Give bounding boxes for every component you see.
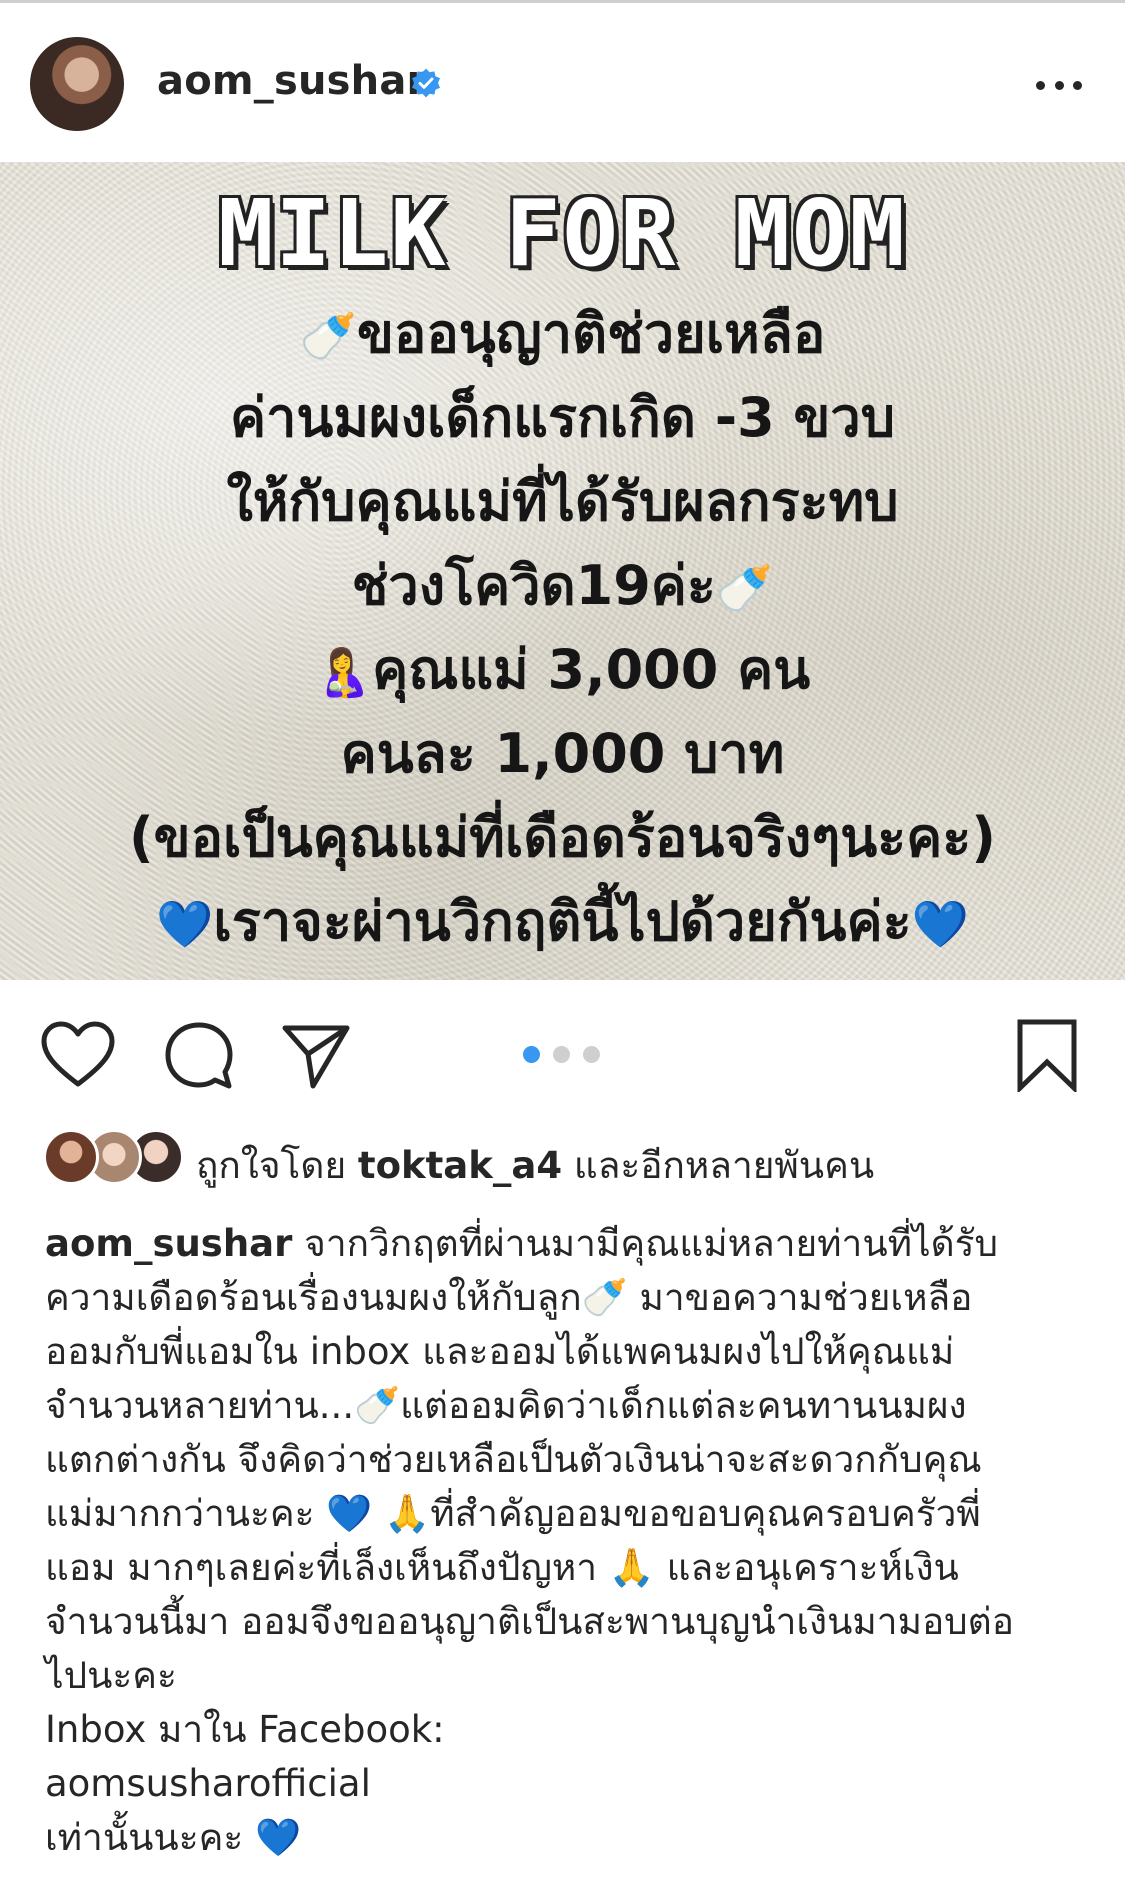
emoji-icon: 🍼 (715, 561, 774, 615)
caption-line: ออมกับพี่แอมใน inbox และออมได้แพคนมผงไปใ… (45, 1330, 955, 1373)
verified-badge-icon (412, 68, 440, 98)
bookmark-icon[interactable] (1016, 1018, 1078, 1092)
image-text: ช่วงโควิด19ค่ะ (351, 554, 716, 617)
caption-username[interactable]: aom_sushar (45, 1222, 292, 1265)
carousel-dot (553, 1046, 570, 1063)
caption-line: จำนวนหลายท่าน...🍼แต่ออมคิดว่าเด็กแต่ละคน… (45, 1384, 967, 1427)
image-text-line: 💙เราจะผ่านวิกฤตินี้ไปด้วยกันค่ะ💙 (0, 880, 1125, 964)
post-caption: aom_sushar จากวิกฤตที่ผ่านมามีคุณแม่หลาย… (45, 1217, 1095, 1865)
heart-icon[interactable] (40, 1020, 116, 1090)
carousel-dot (523, 1046, 540, 1063)
image-text-line: 🤱คุณแม่ 3,000 คน (0, 628, 1125, 712)
image-text: ให้กับคุณแม่ที่ได้รับผลกระทบ (226, 470, 899, 533)
emoji-icon: 💙 (156, 897, 214, 951)
emoji-icon: 💙 (911, 897, 969, 951)
image-text-line: คนละ 1,000 บาท (0, 712, 1125, 796)
caption-line: เท่านั้นนะคะ 💙 (45, 1816, 302, 1859)
liker-avatar (43, 1129, 99, 1185)
caption-first-line: aom_sushar จากวิกฤตที่ผ่านมามีคุณแม่หลาย… (45, 1217, 1095, 1271)
caption-line: จำนวนนี้มา ออมจึงขออนุญาติเป็นสะพานบุญนำ… (45, 1600, 1014, 1643)
more-dot (1054, 80, 1064, 90)
image-text-line: ค่านมผงเด็กแรกเกิด -3 ขวบ (0, 376, 1125, 460)
action-bar (0, 980, 1125, 1110)
image-text: ขออนุญาติช่วยเหลือ (357, 302, 826, 365)
image-text: (ขอเป็นคุณแม่ที่เดือดร้อนจริงๆนะคะ) (128, 806, 996, 869)
likes-suffix[interactable]: และอีกหลายพันคน (574, 1144, 874, 1187)
likes-user-link[interactable]: toktak_a4 (358, 1144, 562, 1187)
caption-line: แอม มากๆเลยค่ะที่เล็งเห็นถึงปัญหา 🙏 และอ… (45, 1546, 959, 1589)
image-text: เราจะผ่านวิกฤตินี้ไปด้วยกันค่ะ (213, 890, 912, 953)
image-text-line: 🍼ขออนุญาติช่วยเหลือ (0, 292, 1125, 376)
caption-line: aomsusharofficial (45, 1762, 371, 1805)
more-dot (1073, 80, 1082, 90)
carousel-indicator (523, 1046, 600, 1063)
likes-prefix: ถูกใจโดย (196, 1144, 347, 1187)
post-header: aom_sushar (0, 3, 1125, 162)
caption-line: Inbox มาใน Facebook: (45, 1708, 445, 1751)
emoji-icon: 🍼 (299, 309, 357, 363)
carousel-dot (583, 1046, 600, 1063)
more-options-icon[interactable] (1036, 67, 1082, 103)
image-text-line: ให้กับคุณแม่ที่ได้รับผลกระทบ (0, 460, 1125, 544)
caption-line: ความเดือดร้อนเรื่องนมผงให้กับลูก🍼 มาขอคว… (45, 1276, 973, 1319)
post-image[interactable]: MILK FOR MOM 🍼ขออนุญาติช่วยเหลือ ค่านมผงเ… (0, 162, 1125, 980)
share-icon[interactable] (280, 1020, 352, 1092)
comment-icon[interactable] (163, 1020, 235, 1092)
emoji-icon: 🤱 (314, 645, 373, 699)
caption-line: แม่มากกว่านะคะ 💙 🙏ที่สำคัญออมขอขอบคุณครอ… (45, 1492, 981, 1535)
image-text-block: 🍼ขออนุญาติช่วยเหลือ ค่านมผงเด็กแรกเกิด -3… (0, 292, 1125, 964)
caption-line: แตกต่างกัน จึงคิดว่าช่วยเหลือเป็นตัวเงิน… (45, 1438, 982, 1481)
image-text-line: (ขอเป็นคุณแม่ที่เดือดร้อนจริงๆนะคะ) (0, 796, 1125, 880)
image-text: คนละ 1,000 บาท (340, 722, 785, 785)
author-avatar[interactable] (30, 37, 124, 131)
author-username[interactable]: aom_sushar (157, 58, 426, 104)
image-title: MILK FOR MOM (218, 180, 907, 287)
caption-text: จากวิกฤตที่ผ่านมามีคุณแม่หลายท่านที่ได้ร… (304, 1222, 998, 1265)
image-text: คุณแม่ 3,000 คน (372, 638, 811, 701)
image-text-line: ช่วงโควิด19ค่ะ🍼 (0, 544, 1125, 628)
likes-row[interactable]: ถูกใจโดย toktak_a4 และอีกหลายพันคน (0, 1120, 1125, 1200)
more-dot (1036, 80, 1045, 90)
likes-summary[interactable]: ถูกใจโดย toktak_a4 และอีกหลายพันคน (196, 1136, 874, 1195)
caption-line: ไปนะคะ (45, 1654, 177, 1697)
image-text: ค่านมผงเด็กแรกเกิด -3 ขวบ (229, 386, 895, 449)
